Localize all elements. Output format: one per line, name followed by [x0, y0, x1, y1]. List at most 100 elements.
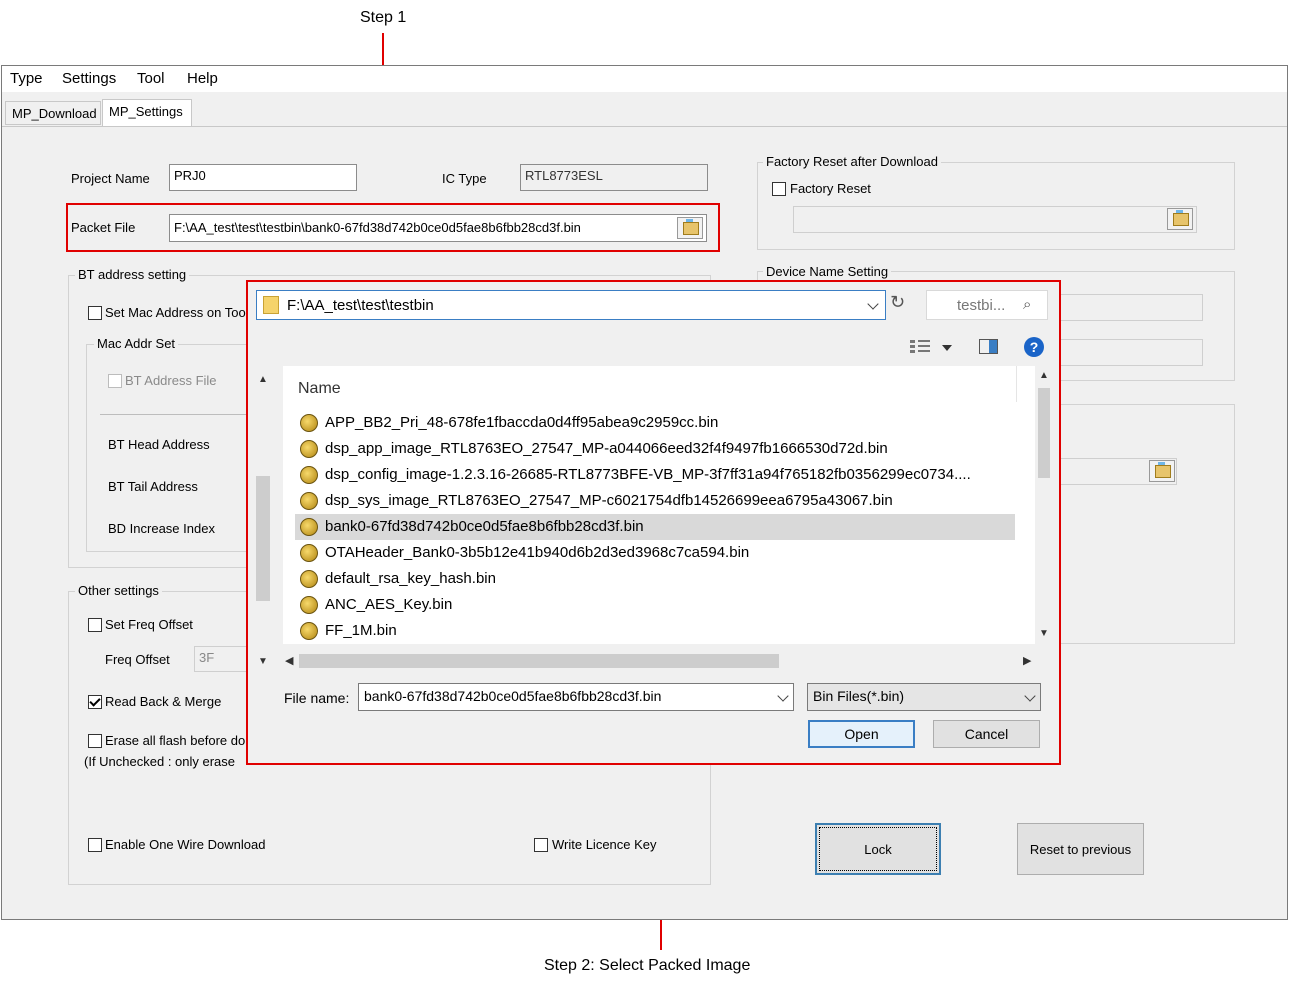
refresh-icon[interactable]: ↻ — [890, 292, 914, 318]
project-name-label: Project Name — [71, 171, 150, 186]
chevron-down-icon[interactable] — [867, 298, 879, 310]
bin-file-icon — [300, 518, 318, 536]
file-list: Name APP_BB2_Pri_48-678fe1fbaccda0d4ff95… — [283, 366, 1053, 644]
menu-type[interactable]: Type — [10, 70, 43, 87]
file-name-label: File name: — [284, 690, 350, 706]
bt-head-address-label: BT Head Address — [108, 437, 210, 452]
bin-file-icon — [300, 570, 318, 588]
file-row[interactable]: OTAHeader_Bank0-3b5b12e41b940d6b2d3ed396… — [295, 540, 1052, 566]
lock-button[interactable]: Lock — [815, 823, 941, 875]
chevron-down-icon[interactable] — [777, 690, 789, 702]
device-name-field-2 — [1057, 339, 1203, 366]
erase-all-checkbox[interactable] — [88, 734, 102, 748]
scroll-right-icon[interactable]: ▶ — [1023, 654, 1031, 667]
column-divider — [1016, 366, 1017, 402]
view-dropdown-icon[interactable] — [942, 345, 952, 351]
open-button[interactable]: Open — [808, 720, 915, 748]
file-name-combobox[interactable]: bank0-67fd38d742b0ce0d5fae8b6fbb28cd3f.b… — [358, 683, 794, 711]
file-row[interactable]: dsp_config_image-1.2.3.16-26685-RTL8773B… — [295, 462, 1052, 488]
bin-file-icon — [300, 622, 318, 640]
project-name-input[interactable]: PRJ0 — [169, 164, 357, 191]
file-list-hscroll-thumb[interactable] — [299, 654, 779, 668]
step1-annotation: Step 1 — [360, 9, 407, 26]
erase-all-label: Erase all flash before do — [105, 733, 246, 748]
file-list-hscrollbar[interactable]: ◀ ▶ — [283, 652, 1035, 670]
file-row-selected[interactable]: bank0-67fd38d742b0ce0d5fae8b6fbb28cd3f.b… — [295, 514, 1052, 540]
packet-file-label: Packet File — [71, 220, 136, 235]
file-list-vscroll-thumb[interactable] — [1038, 388, 1050, 478]
one-wire-label: Enable One Wire Download — [105, 837, 266, 852]
file-row[interactable]: ANC_AES_Key.bin20 — [295, 592, 1052, 618]
file-list-vscrollbar[interactable]: ▲ ▼ — [1035, 366, 1053, 644]
file-open-dialog: F:\AA_test\test\testbin ↻ testbi... ⌕ ? … — [246, 280, 1061, 765]
menu-tool[interactable]: Tool — [137, 70, 165, 87]
bin-file-icon — [300, 466, 318, 484]
nav-scroll-thumb[interactable] — [256, 476, 270, 601]
chevron-down-icon[interactable] — [1024, 690, 1036, 702]
bin-file-icon — [300, 414, 318, 432]
folder-open-icon — [1155, 462, 1171, 478]
file-row[interactable]: dsp_sys_image_RTL8763EO_27547_MP-c602175… — [295, 488, 1052, 514]
tab-mp-download[interactable]: MP_Download — [5, 101, 101, 125]
file-row[interactable]: default_rsa_key_hash.bin20 — [295, 566, 1052, 592]
file-row[interactable]: APP_BB2_Pri_48-678fe1fbaccda0d4ff95abea9… — [295, 410, 1052, 436]
address-path: F:\AA_test\test\testbin — [287, 297, 434, 314]
factory-reset-label: Factory Reset — [790, 181, 871, 196]
set-mac-label: Set Mac Address on Too — [105, 305, 246, 320]
reset-to-previous-button[interactable]: Reset to previous — [1017, 823, 1144, 875]
search-icon: ⌕ — [1023, 296, 1032, 313]
tab-mp-settings[interactable]: MP_Settings — [102, 99, 192, 126]
menu-help[interactable]: Help — [187, 70, 218, 87]
write-licence-checkbox[interactable] — [534, 838, 548, 852]
right-browse-button[interactable] — [1149, 460, 1175, 482]
set-freq-offset-checkbox[interactable] — [88, 618, 102, 632]
bin-file-icon — [300, 544, 318, 562]
set-mac-checkbox[interactable] — [88, 306, 102, 320]
menu-settings[interactable]: Settings — [62, 70, 116, 87]
one-wire-checkbox[interactable] — [88, 838, 102, 852]
scroll-down-icon[interactable]: ▼ — [1039, 628, 1049, 639]
folder-icon — [263, 296, 279, 314]
search-placeholder: testbi... — [957, 297, 1006, 314]
factory-reset-browse-button[interactable] — [1167, 208, 1193, 230]
bin-file-icon — [300, 440, 318, 458]
scroll-down-icon[interactable]: ▼ — [258, 656, 268, 667]
scroll-left-icon[interactable]: ◀ — [285, 654, 293, 667]
step2-annotation: Step 2: Select Packed Image — [544, 957, 751, 974]
search-box[interactable]: testbi... ⌕ — [926, 290, 1048, 320]
read-back-merge-checkbox[interactable] — [88, 695, 102, 709]
file-name-value: bank0-67fd38d742b0ce0d5fae8b6fbb28cd3f.b… — [364, 688, 662, 704]
bd-increase-index-label: BD Increase Index — [108, 521, 215, 536]
bt-tail-address-label: BT Tail Address — [108, 479, 198, 494]
file-type-filter[interactable]: Bin Files(*.bin) — [807, 683, 1041, 711]
scroll-up-icon[interactable]: ▲ — [258, 374, 268, 385]
other-settings-title: Other settings — [75, 583, 162, 598]
write-licence-label: Write Licence Key — [552, 837, 657, 852]
file-row[interactable]: dsp_app_image_RTL8763EO_27547_MP-a044066… — [295, 436, 1052, 462]
folder-open-icon — [1173, 210, 1189, 226]
bt-address-file-label: BT Address File — [125, 373, 217, 388]
view-options-icon[interactable] — [910, 339, 932, 355]
cancel-button[interactable]: Cancel — [933, 720, 1040, 748]
ic-type-label: IC Type — [442, 171, 487, 186]
packet-file-browse-button[interactable] — [677, 217, 703, 239]
packet-file-input[interactable]: F:\AA_test\test\testbin\bank0-67fd38d742… — [169, 214, 707, 242]
bt-address-group-title: BT address setting — [75, 267, 190, 282]
file-row[interactable]: FF_1M.bin20 — [295, 618, 1052, 644]
separator — [100, 414, 250, 415]
nav-pane-scrollbar[interactable]: ▲ ▼ — [254, 366, 272, 667]
factory-reset-checkbox[interactable] — [772, 182, 786, 196]
device-name-group-title: Device Name Setting — [763, 264, 892, 279]
ic-type-field: RTL8773ESL — [520, 164, 708, 191]
freq-offset-input[interactable]: 3F — [194, 646, 250, 672]
help-icon[interactable]: ? — [1024, 337, 1044, 357]
menu-bar: Type Settings Tool Help — [2, 66, 1287, 92]
scroll-up-icon[interactable]: ▲ — [1039, 370, 1049, 381]
set-freq-offset-label: Set Freq Offset — [105, 617, 193, 632]
bt-address-file-checkbox[interactable] — [108, 374, 122, 388]
column-header-name[interactable]: Name — [298, 380, 341, 398]
factory-reset-group-title: Factory Reset after Download — [763, 154, 941, 169]
preview-pane-icon[interactable] — [979, 339, 998, 354]
factory-reset-path — [793, 206, 1197, 233]
address-bar[interactable]: F:\AA_test\test\testbin — [256, 290, 886, 320]
